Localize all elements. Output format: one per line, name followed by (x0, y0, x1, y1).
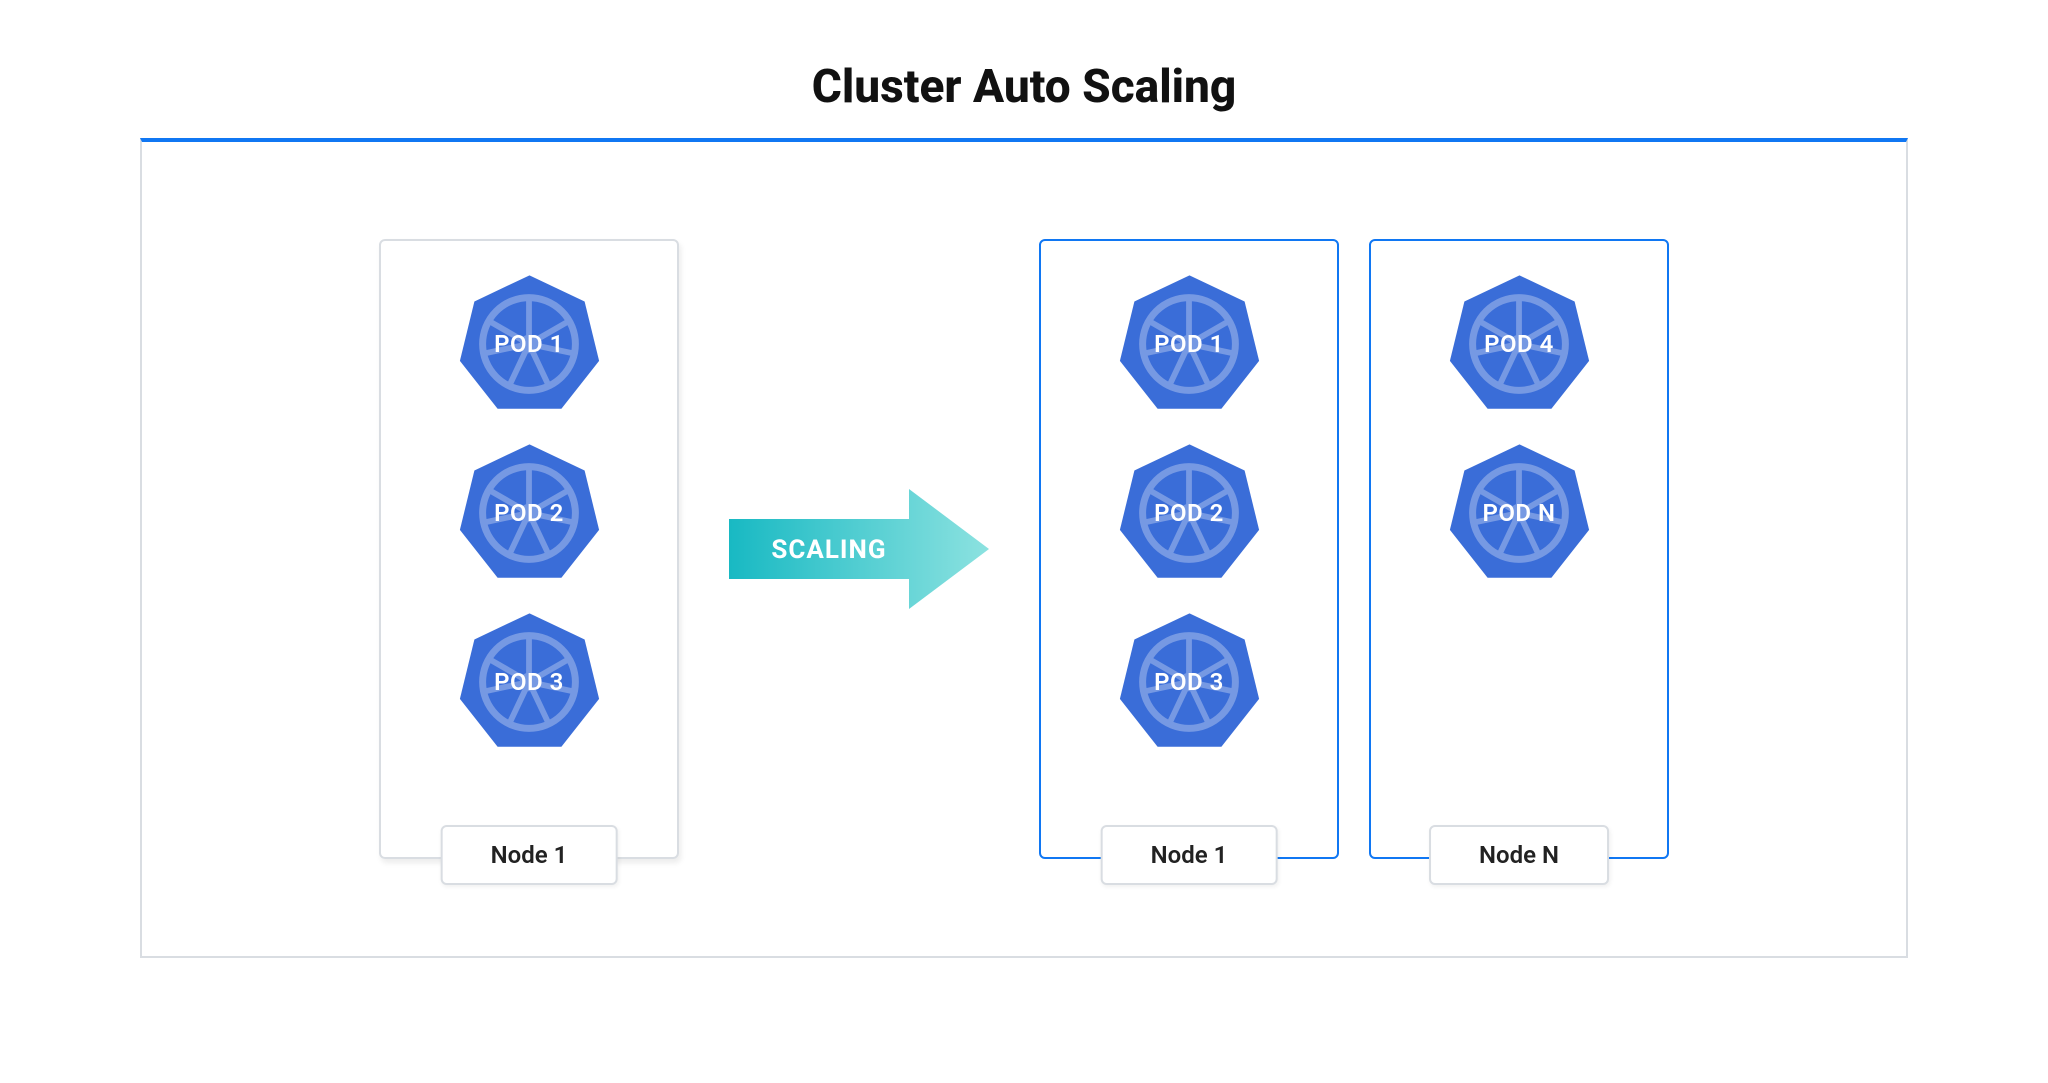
pod-label: POD 4 (1484, 330, 1554, 358)
diagram-container: POD 1 POD 2 (140, 138, 1908, 958)
node-card-after-1: POD 1 POD 2 (1039, 239, 1339, 859)
pod: POD 2 (457, 440, 602, 585)
node-label: Node 1 (1101, 825, 1278, 885)
pod-label: POD 1 (494, 330, 564, 358)
arrow-icon: SCALING (729, 489, 989, 609)
pod-label: POD 2 (494, 499, 564, 527)
node-card-before: POD 1 POD 2 (379, 239, 679, 859)
pod-label: POD 3 (1154, 668, 1224, 696)
pod: POD 1 (1117, 271, 1262, 416)
node-label: Node N (1429, 825, 1609, 885)
pod: POD 3 (457, 609, 602, 754)
pod: POD N (1447, 440, 1592, 585)
node-card-after-n: POD 4 POD N Node N (1369, 239, 1669, 859)
scaling-arrow: SCALING (729, 489, 989, 609)
pod: POD 2 (1117, 440, 1262, 585)
node-label: Node 1 (441, 825, 618, 885)
arrow-label: SCALING (771, 535, 886, 565)
pod: POD 1 (457, 271, 602, 416)
pod: POD 4 (1447, 271, 1592, 416)
scaled-nodes-group: POD 1 POD 2 (1039, 239, 1669, 859)
diagram-title: Cluster Auto Scaling (140, 60, 1908, 114)
pod: POD 3 (1117, 609, 1262, 754)
pod-label: POD 3 (494, 668, 564, 696)
pod-label: POD N (1482, 499, 1555, 527)
pod-label: POD 2 (1154, 499, 1224, 527)
pod-label: POD 1 (1154, 330, 1224, 358)
